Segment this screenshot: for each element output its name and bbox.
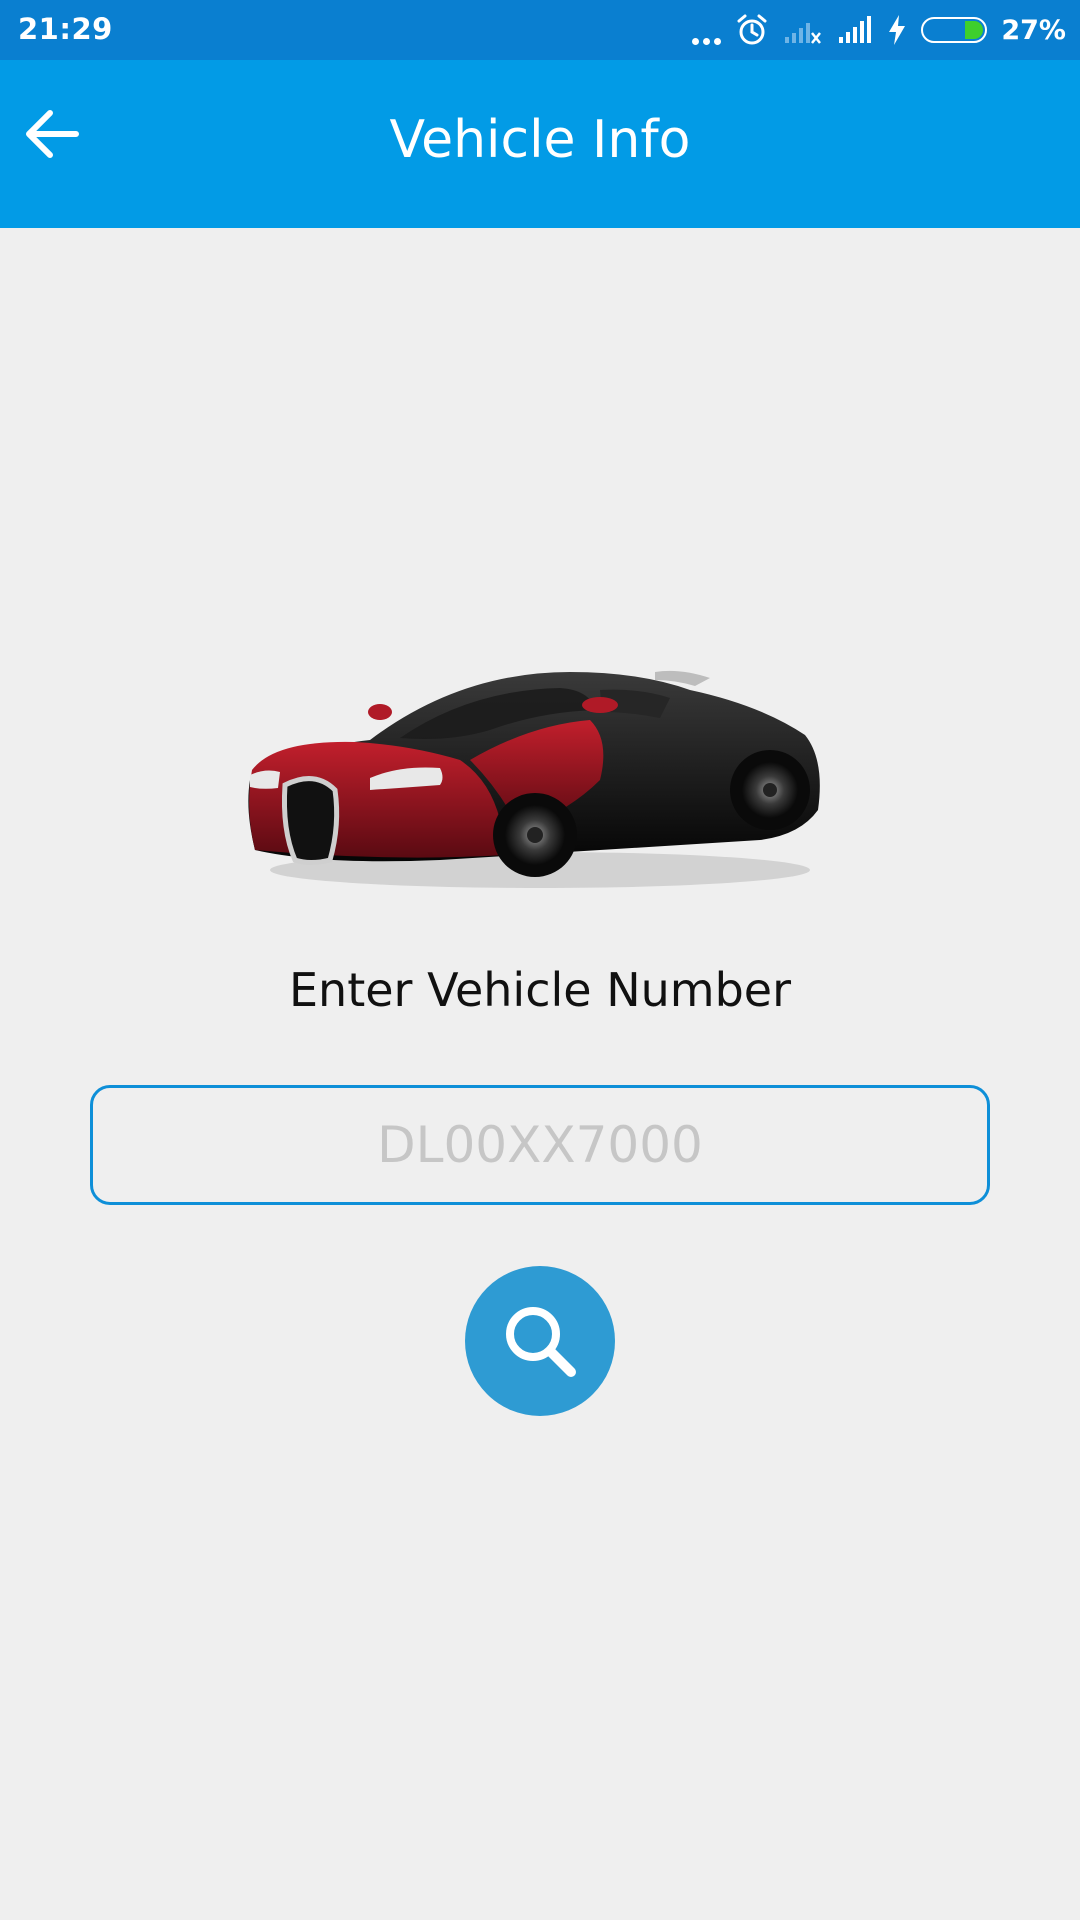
status-time: 21:29: [18, 12, 113, 46]
page-title: Vehicle Info: [389, 110, 691, 170]
charging-icon: [889, 15, 906, 45]
vehicle-number-input[interactable]: [90, 1085, 990, 1205]
car-image: [240, 650, 840, 900]
app-bar: Vehicle Info: [0, 60, 1080, 228]
battery-icon: [921, 17, 988, 43]
enter-vehicle-number-label: Enter Vehicle Number: [288, 963, 791, 1017]
status-bar: 21:29 27%: [0, 0, 1080, 60]
status-icons: 27%: [674, 10, 1066, 50]
alarm-icon: [737, 14, 767, 45]
more-dots-icon: [688, 15, 722, 45]
signal-icon: [839, 16, 872, 43]
no-signal-icon: [785, 23, 822, 44]
search-icon: [506, 1307, 576, 1377]
search-button[interactable]: [465, 1266, 615, 1416]
battery-percent: 27%: [1001, 14, 1066, 46]
